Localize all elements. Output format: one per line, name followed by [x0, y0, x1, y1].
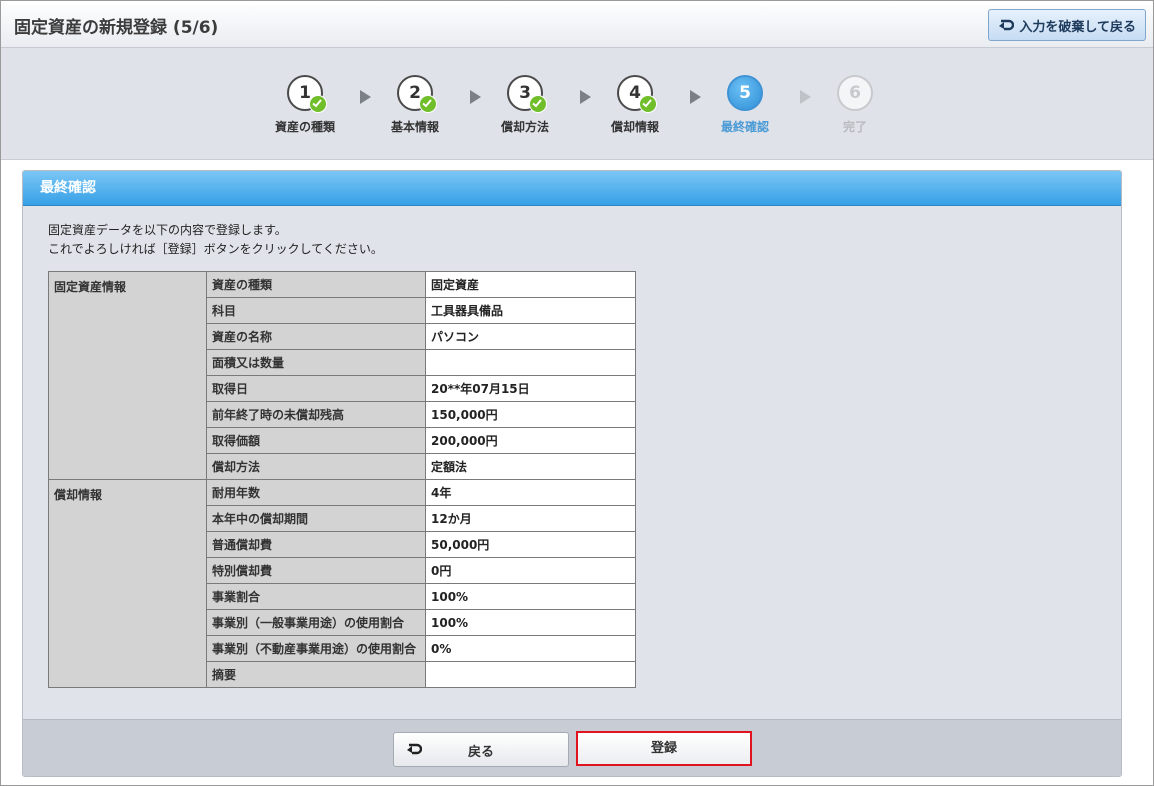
row-label: 事業別（不動産事業用途）の使用割合: [206, 635, 426, 662]
row-label: 本年中の償却期間: [206, 505, 426, 532]
row-label: 前年終了時の未償却残高: [206, 401, 426, 428]
step-1-label: 資産の種類: [274, 120, 335, 134]
row-label: 普通償却費: [206, 531, 426, 558]
back-button[interactable]: 戻る: [393, 732, 569, 767]
row-label: 面積又は数量: [206, 349, 426, 376]
step-2: 2 基本情報: [360, 75, 470, 135]
page-title: 固定資産の新規登録 (5/6): [14, 18, 219, 38]
row-value: [425, 661, 636, 688]
check-icon: [309, 95, 327, 113]
row-label: 特別償却費: [206, 557, 426, 584]
row-value: 0円: [425, 557, 636, 584]
row-value: 20**年07月15日: [425, 375, 636, 402]
row-value: 200,000円: [425, 427, 636, 454]
step-4: 4 償却情報: [580, 75, 690, 135]
row-value: 4年: [425, 479, 636, 506]
step-4-circle: 4: [617, 75, 657, 113]
row-value: 50,000円: [425, 531, 636, 558]
row-label: 資産の名称: [206, 323, 426, 350]
step-3-circle: 3: [507, 75, 547, 113]
register-button[interactable]: 登録: [576, 731, 752, 766]
intro-text: 固定資産データを以下の内容で登録します。 これでよろしければ［登録］ボタンをクリ…: [48, 221, 383, 259]
row-value: 定額法: [425, 453, 636, 480]
row-label: 耐用年数: [206, 479, 426, 506]
final-confirmation-panel: 最終確認 固定資産データを以下の内容で登録します。 これでよろしければ［登録］ボ…: [22, 170, 1122, 777]
step-1-circle: 1: [287, 75, 327, 113]
intro-line-1: 固定資産データを以下の内容で登録します。: [48, 223, 287, 237]
check-icon: [639, 95, 657, 113]
row-value: 12か月: [425, 505, 636, 532]
discard-and-return-button[interactable]: 入力を破棄して戻る: [988, 9, 1146, 41]
table-row: 固定資産情報 資産の種類 固定資産: [48, 271, 636, 480]
step-1: 1 資産の種類: [250, 75, 360, 135]
row-value: 0%: [425, 635, 636, 662]
row-label: 取得価額: [206, 427, 426, 454]
asset-summary-table: 固定資産情報 資産の種類 固定資産 科目 工具器具備品 資産の名称 パソコン 面積又…: [48, 271, 636, 688]
back-button-label: 戻る: [467, 745, 494, 760]
action-footer: 戻る 登録: [23, 719, 1121, 776]
row-value: [425, 349, 636, 376]
row-value: 工具器具備品: [425, 297, 636, 324]
step-6-label: 完了: [842, 120, 867, 134]
row-label: 科目: [206, 297, 426, 324]
table-row: 償却情報 耐用年数 4年: [48, 479, 636, 688]
row-label: 償却方法: [206, 453, 426, 480]
step-6-circle: 6: [837, 75, 873, 111]
row-label: 取得日: [206, 375, 426, 402]
row-value: 150,000円: [425, 401, 636, 428]
row-label: 資産の種類: [206, 271, 426, 298]
group-label-depreciation-info: 償却情報: [48, 479, 207, 688]
return-arrow-icon: [998, 19, 1015, 31]
step-4-label: 償却情報: [610, 120, 659, 134]
step-3-label: 償却方法: [500, 120, 549, 134]
page-header: 固定資産の新規登録 (5/6) 入力を破棄して戻る: [1, 1, 1153, 48]
row-value: パソコン: [425, 323, 636, 350]
step-2-label: 基本情報: [390, 120, 439, 134]
row-value: 100%: [425, 609, 636, 636]
discard-button-label: 入力を破棄して戻る: [1019, 19, 1136, 35]
step-5: 5 最終確認: [690, 75, 800, 135]
group-label-asset-info: 固定資産情報: [48, 271, 207, 480]
panel-title: 最終確認: [23, 171, 1121, 206]
step-3: 3 償却方法: [470, 75, 580, 135]
step-5-circle: 5: [727, 75, 763, 111]
intro-line-2: これでよろしければ［登録］ボタンをクリックしてください。: [48, 242, 383, 256]
step-progress: 1 資産の種類 2 基本情報 3 償却方法 4 償却情報 5 最終確認 6 完了: [1, 48, 1153, 160]
step-6: 6 完了: [800, 75, 910, 135]
row-label: 事業割合: [206, 583, 426, 610]
app-window: 固定資産の新規登録 (5/6) 入力を破棄して戻る 1 資産の種類 2 基本情報…: [0, 0, 1154, 786]
step-2-circle: 2: [397, 75, 437, 113]
check-icon: [529, 95, 547, 113]
row-label: 摘要: [206, 661, 426, 688]
row-value: 100%: [425, 583, 636, 610]
step-5-label: 最終確認: [720, 120, 769, 134]
row-label: 事業別（一般事業用途）の使用割合: [206, 609, 426, 636]
check-icon: [419, 95, 437, 113]
row-value: 固定資産: [425, 271, 636, 298]
